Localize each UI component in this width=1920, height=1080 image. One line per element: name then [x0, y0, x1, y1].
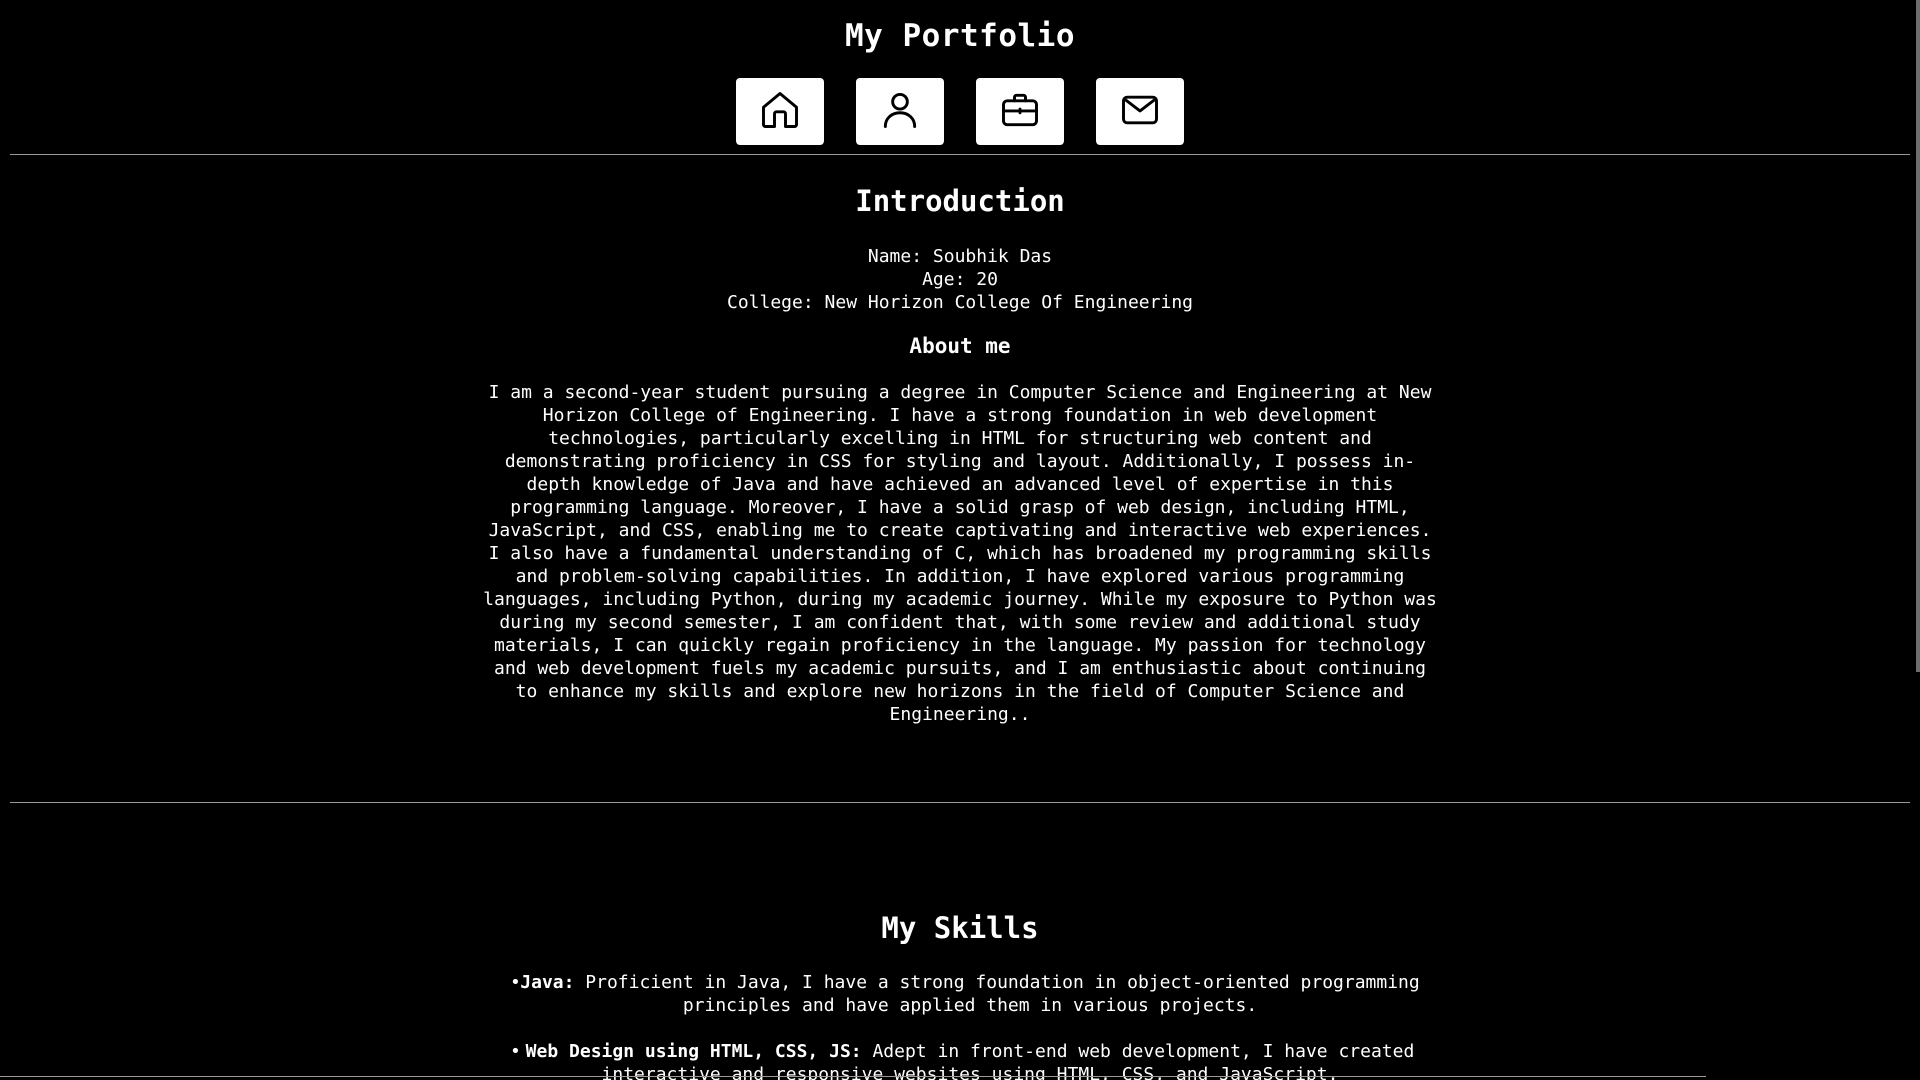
about-paragraph: I am a second-year student pursuing a de… [483, 382, 1437, 725]
name-text: Name: Soubhik Das [867, 246, 1053, 267]
briefcase-icon [998, 88, 1042, 136]
college-text: College: New Horizon College Of Engineer… [727, 292, 1193, 313]
skill-name: Web Design using HTML, CSS, JS: [525, 1041, 862, 1062]
age-text: Age: 20 [922, 269, 998, 290]
page-title: My Portfolio [845, 18, 1075, 54]
personal-info: Name: Soubhik Das Age: 20 College: New H… [0, 245, 1920, 314]
skill-description: Proficient in Java, I have a strong foun… [574, 972, 1420, 1016]
skills-list: Java: Proficient in Java, I have a stron… [480, 971, 1440, 1080]
user-icon [878, 88, 922, 136]
home-icon [758, 88, 802, 136]
nav-bar [0, 78, 1920, 145]
projects-button[interactable] [976, 78, 1064, 145]
skills-heading: My Skills [881, 911, 1039, 945]
about-button[interactable] [856, 78, 944, 145]
home-button[interactable] [736, 78, 824, 145]
contact-button[interactable] [1096, 78, 1184, 145]
divider [10, 154, 1910, 155]
mail-icon [1118, 88, 1162, 136]
skill-name: Java: [520, 972, 575, 993]
scrollbar[interactable] [1916, 0, 1920, 672]
portfolio-page: My Portfolio Introduction Name: Soubhik … [0, 0, 1920, 1080]
about-heading: About me [909, 334, 1011, 358]
skill-item: Web Design using HTML, CSS, JS: Adept in… [480, 1040, 1440, 1080]
divider [0, 1076, 1706, 1077]
skill-item: Java: Proficient in Java, I have a stron… [480, 971, 1440, 1017]
introduction-heading: Introduction [855, 184, 1065, 218]
divider [10, 802, 1910, 803]
